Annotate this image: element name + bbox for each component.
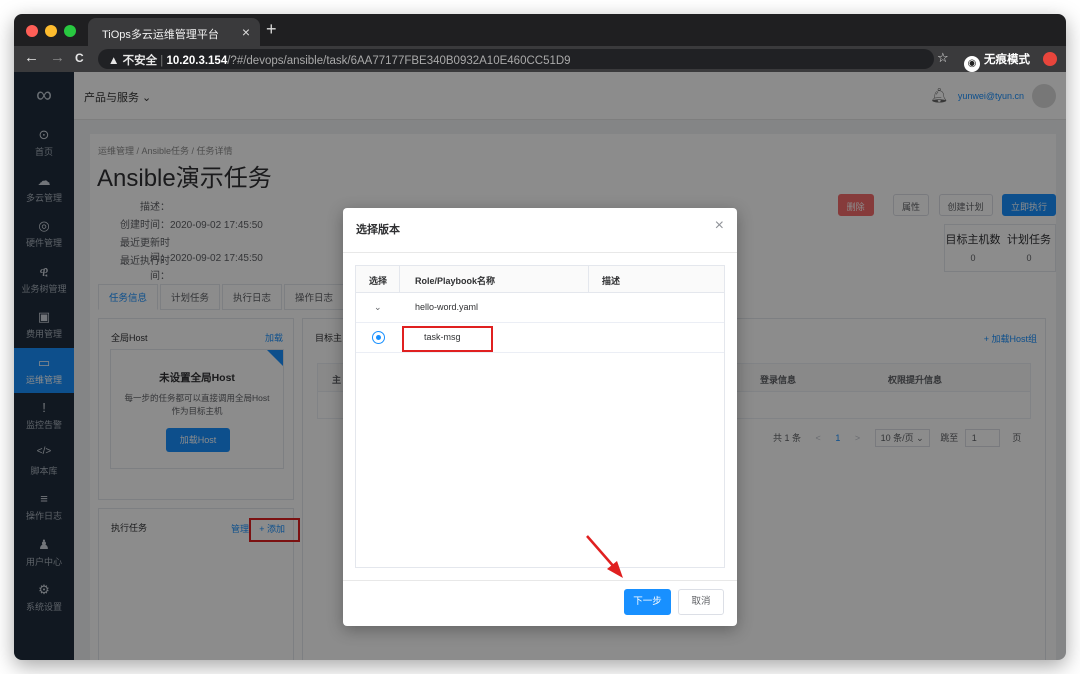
annotation-arrow-icon — [586, 535, 623, 578]
security-warning[interactable]: ▲ 不安全 — [108, 55, 157, 67]
cancel-button[interactable]: 取消 — [678, 589, 724, 615]
expand-toggle-icon[interactable]: ⌄ — [374, 302, 382, 313]
select-version-dialog: 选择版本 × 选择 Role/Playbook名称 描述 ⌄ hello-wor… — [343, 208, 737, 626]
url-path: /?#/devops/ansible/task/6AA77177FBE340B0… — [227, 55, 571, 67]
incognito-indicator[interactable]: ◉ 无痕模式 — [964, 51, 1030, 72]
extension-icon[interactable] — [1043, 52, 1057, 66]
col-select: 选择 — [369, 276, 388, 286]
browser-tab[interactable]: TiOps多云运维管理平台 × — [88, 18, 260, 46]
col-name: Role/Playbook名称 — [415, 276, 496, 286]
incognito-label: 无痕模式 — [984, 54, 1030, 66]
app-root: ∞ ⊙ 首页 ☁ 多云管理 ◎ 硬件管理 ዊ 业务树管理 ▣ 费用管理 ▭ 运维… — [14, 72, 1066, 660]
tab-close-icon[interactable]: × — [242, 24, 250, 40]
divider — [343, 252, 737, 253]
incognito-icon: ◉ — [964, 56, 980, 72]
address-bar[interactable]: ▲ 不安全 | 10.20.3.154/?#/devops/ansible/ta… — [98, 49, 934, 69]
version-table-header: 选择 Role/Playbook名称 描述 — [356, 266, 724, 293]
playbook-name: hello-word.yaml — [415, 302, 479, 312]
table-row-group[interactable]: ⌄ hello-word.yaml — [356, 293, 724, 323]
browser-toolbar: ← → C ▲ 不安全 | 10.20.3.154/?#/devops/ansi… — [14, 46, 1066, 72]
highlight-task-box — [402, 326, 493, 352]
divider — [343, 580, 737, 581]
url-host: 10.20.3.154 — [166, 55, 228, 67]
window-maximize-button[interactable] — [64, 25, 76, 37]
browser-window: TiOps多云运维管理平台 × + ← → C ▲ 不安全 | 10.20.3.… — [14, 14, 1066, 660]
reload-icon[interactable]: C — [75, 51, 84, 65]
close-icon[interactable]: × — [715, 217, 724, 235]
back-icon[interactable]: ← — [24, 49, 39, 66]
tab-title: TiOps多云运维管理平台 — [102, 29, 219, 41]
version-table: 选择 Role/Playbook名称 描述 ⌄ hello-word.yaml … — [355, 265, 725, 568]
window-minimize-button[interactable] — [45, 25, 57, 37]
browser-tab-bar: TiOps多云运维管理平台 × + — [14, 14, 1066, 46]
column-divider — [588, 266, 589, 293]
new-tab-button[interactable]: + — [266, 19, 277, 40]
task-radio-selected[interactable] — [372, 331, 385, 344]
next-step-button[interactable]: 下一步 — [624, 589, 671, 615]
dialog-title: 选择版本 — [356, 224, 400, 236]
column-divider — [399, 266, 400, 293]
bookmark-star-icon[interactable]: ☆ — [937, 50, 949, 66]
forward-icon[interactable]: → — [50, 49, 65, 66]
window-close-button[interactable] — [26, 25, 38, 37]
col-description: 描述 — [602, 276, 621, 286]
